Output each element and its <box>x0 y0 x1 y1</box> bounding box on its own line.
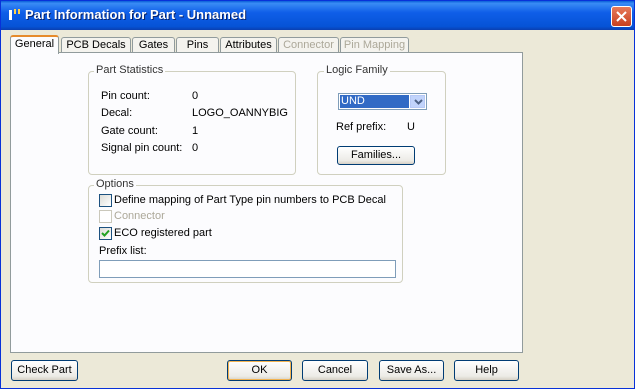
part-statistics-title: Part Statistics <box>94 64 166 76</box>
close-icon <box>616 11 627 22</box>
eco-registered-label[interactable]: ECO registered part <box>114 227 212 239</box>
tab-pins[interactable]: Pins <box>176 37 219 53</box>
gate-count-label: Gate count: <box>101 125 158 137</box>
logic-family-title: Logic Family <box>324 64 390 76</box>
ref-prefix-value: U <box>407 121 415 133</box>
tab-connector: Connector <box>278 37 339 53</box>
logic-family-select[interactable]: UND <box>338 93 427 110</box>
ref-prefix-label: Ref prefix: <box>336 121 387 133</box>
signal-pin-count-label: Signal pin count: <box>101 142 183 154</box>
prefix-list-label: Prefix list: <box>99 245 147 257</box>
eco-registered-checkbox[interactable] <box>99 227 112 240</box>
app-icon <box>9 9 20 20</box>
help-button[interactable]: Help <box>454 360 519 381</box>
connector-checkbox <box>99 210 112 223</box>
ok-button[interactable]: OK <box>227 360 292 381</box>
tab-pcb-decals[interactable]: PCB Decals <box>61 37 131 53</box>
dialog-window: Part Information for Part - Unnamed Gene… <box>0 0 635 389</box>
checkmark-icon <box>101 229 110 237</box>
connector-label: Connector <box>114 210 165 222</box>
signal-pin-count-value: 0 <box>192 142 199 154</box>
pin-count-value: 0 <box>192 90 199 102</box>
check-part-button[interactable]: Check Part <box>11 360 78 381</box>
prefix-list-input[interactable] <box>99 260 396 278</box>
define-mapping-label[interactable]: Define mapping of Part Type pin numbers … <box>114 194 386 206</box>
chevron-down-icon <box>414 99 423 105</box>
title-bar[interactable]: Part Information for Part - Unnamed <box>1 1 634 30</box>
decal-label: Decal: <box>101 107 133 119</box>
tab-general[interactable]: General <box>10 35 59 54</box>
families-button[interactable]: Families... <box>337 146 415 165</box>
options-title: Options <box>94 178 136 190</box>
tab-attributes[interactable]: Attributes <box>220 37 277 53</box>
logic-family-selected-value: UND <box>340 95 409 108</box>
tab-pin-mapping: Pin Mapping <box>340 37 409 53</box>
close-button[interactable] <box>611 6 632 27</box>
part-statistics-group: Part Statistics <box>88 64 296 175</box>
save-as-button[interactable]: Save As... <box>379 360 444 381</box>
gate-count-value: 1 <box>192 125 199 137</box>
define-mapping-checkbox[interactable] <box>99 194 112 207</box>
cancel-button[interactable]: Cancel <box>302 360 368 381</box>
tab-gates[interactable]: Gates <box>132 37 175 53</box>
window-title: Part Information for Part - Unnamed <box>25 7 247 22</box>
pin-count-label: Pin count: <box>101 90 150 102</box>
dropdown-arrow[interactable] <box>410 95 425 108</box>
decal-value: LOGO_OANNYBIG <box>192 107 288 119</box>
